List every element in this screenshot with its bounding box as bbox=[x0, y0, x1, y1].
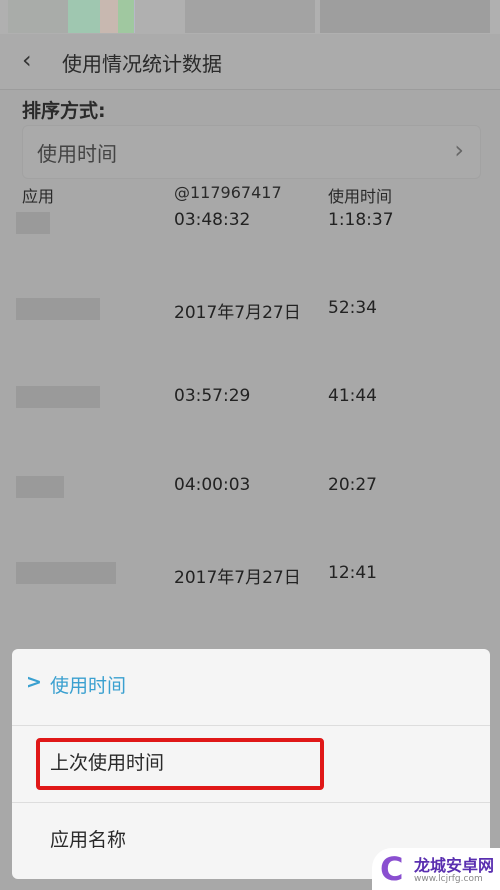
sort-selector[interactable]: 使用时间 › bbox=[22, 125, 481, 179]
option-usage-time[interactable]: > 使用时间 bbox=[12, 649, 490, 725]
usage-time-cell: 41:44 bbox=[328, 386, 377, 406]
last-used-cell: 04:00:03 bbox=[174, 475, 251, 495]
column-header-last-used: @117967417 bbox=[174, 183, 282, 202]
chevron-right-icon: > bbox=[26, 671, 42, 693]
column-header-app: 应用 bbox=[22, 187, 55, 206]
page-title: 使用情况统计数据 bbox=[62, 52, 222, 76]
last-used-cell: 2017年7月27日 bbox=[174, 303, 301, 323]
column-header-usage-time: 使用时间 bbox=[328, 187, 393, 206]
back-button[interactable]: ‹ bbox=[22, 46, 32, 74]
highlight-box bbox=[36, 738, 324, 790]
app-name-blurred bbox=[16, 562, 116, 584]
option-label: 应用名称 bbox=[50, 829, 127, 851]
usage-time-cell: 12:41 bbox=[328, 563, 377, 583]
app-name-blurred bbox=[16, 298, 100, 320]
option-label: 使用时间 bbox=[50, 675, 127, 697]
sort-value: 使用时间 bbox=[37, 142, 117, 166]
usage-time-cell: 1:18:37 bbox=[328, 210, 394, 230]
app-header: ‹ 使用情况统计数据 bbox=[0, 34, 500, 90]
watermark-name: 龙城安卓网 bbox=[414, 856, 495, 875]
chevron-right-icon: › bbox=[454, 136, 464, 164]
last-used-cell: 03:57:29 bbox=[174, 386, 251, 406]
usage-time-cell: 20:27 bbox=[328, 475, 377, 495]
last-used-cell: 03:48:32 bbox=[174, 210, 251, 230]
usage-time-cell: 52:34 bbox=[328, 298, 377, 318]
app-name-blurred bbox=[16, 212, 50, 234]
app-name-blurred bbox=[16, 386, 100, 408]
app-name-blurred bbox=[16, 476, 64, 498]
sort-label: 排序方式: bbox=[22, 100, 106, 122]
dragon-logo-icon: C bbox=[380, 850, 404, 888]
watermark-logo: C 龙城安卓网 www.lcjrfg.com bbox=[372, 848, 500, 890]
last-used-cell: 2017年7月27日 bbox=[174, 568, 301, 588]
watermark-url: www.lcjrfg.com bbox=[414, 874, 483, 884]
status-bar bbox=[0, 0, 500, 34]
